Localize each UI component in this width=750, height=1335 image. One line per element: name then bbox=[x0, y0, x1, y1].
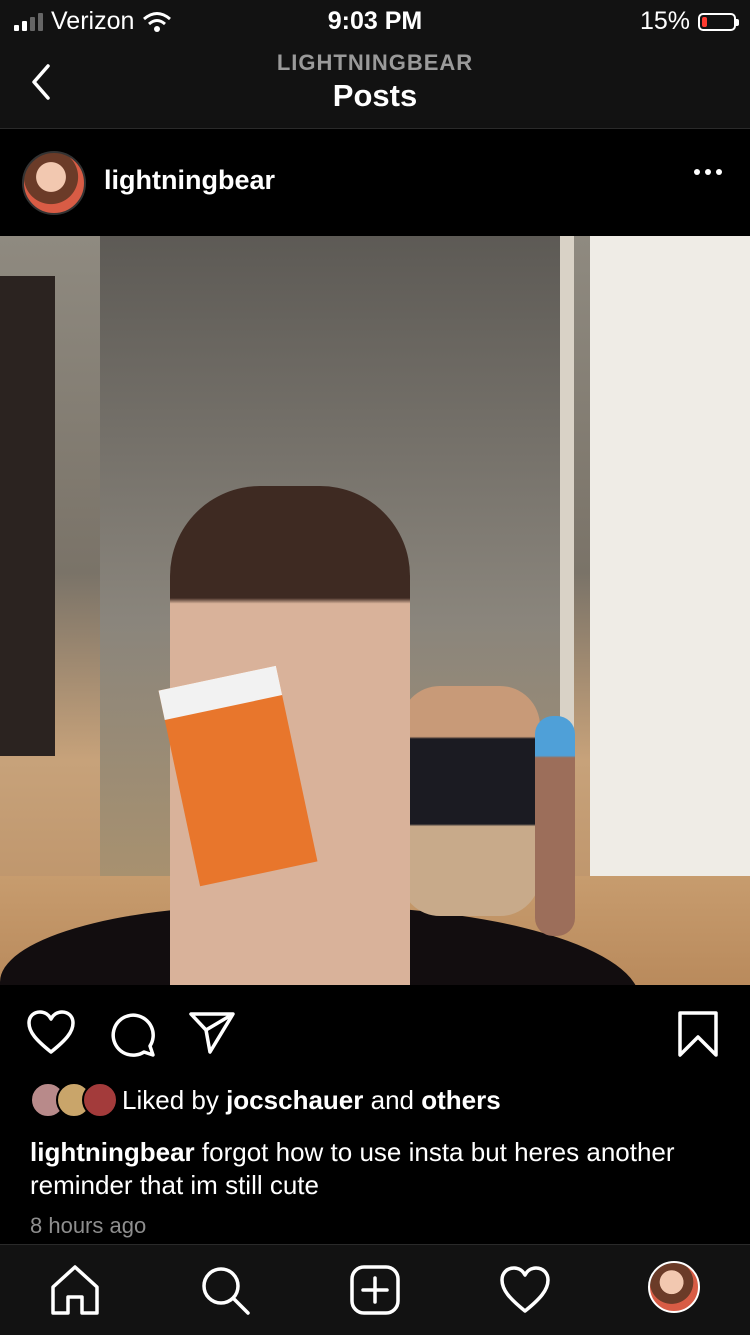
likes-row[interactable]: Liked by jocschauer and others bbox=[30, 1082, 501, 1118]
heart-icon[interactable] bbox=[26, 1010, 76, 1056]
photo-dresser bbox=[0, 276, 55, 756]
post-photo[interactable] bbox=[0, 236, 750, 985]
photo-toy bbox=[400, 686, 540, 916]
ellipsis-icon[interactable] bbox=[694, 169, 722, 175]
page-title: Posts bbox=[332, 78, 418, 113]
likes-others[interactable]: others bbox=[421, 1085, 500, 1116]
comment-icon[interactable] bbox=[108, 1010, 156, 1058]
caption-username[interactable]: lightningbear bbox=[30, 1137, 195, 1167]
photo-doll bbox=[535, 716, 575, 936]
liker-avatars bbox=[30, 1082, 118, 1118]
status-time: 9:03 PM bbox=[327, 7, 423, 35]
battery-icon bbox=[698, 12, 739, 31]
post-caption: lightningbear forgot how to use insta bu… bbox=[30, 1136, 730, 1202]
profile-tab-avatar[interactable] bbox=[648, 1261, 700, 1313]
profile-subtitle: LIGHTNINGBEAR bbox=[276, 50, 474, 75]
tab-bar bbox=[0, 1244, 750, 1335]
status-bar: Verizon 9:03 PM 15% bbox=[0, 0, 750, 42]
post-timestamp: 8 hours ago bbox=[30, 1213, 147, 1238]
post-actions bbox=[0, 986, 750, 1066]
activity-heart-icon[interactable] bbox=[498, 1263, 552, 1317]
likes-prefix: Liked by bbox=[122, 1084, 219, 1115]
nav-header: LIGHTNINGBEAR Posts bbox=[0, 42, 750, 129]
photo-door bbox=[590, 236, 750, 936]
send-icon[interactable] bbox=[188, 1010, 236, 1056]
home-icon[interactable] bbox=[48, 1263, 102, 1317]
bookmark-icon[interactable] bbox=[676, 1010, 720, 1058]
battery-percent: 15% bbox=[639, 7, 690, 35]
likes-user[interactable]: jocschauer bbox=[226, 1085, 363, 1116]
search-icon[interactable] bbox=[198, 1263, 252, 1317]
avatar[interactable] bbox=[22, 151, 86, 215]
status-right: 15% bbox=[639, 7, 739, 36]
add-post-icon[interactable] bbox=[348, 1263, 402, 1317]
post-username[interactable]: lightningbear bbox=[104, 165, 275, 196]
likes-joiner: and bbox=[370, 1084, 414, 1115]
post-header: lightningbear bbox=[0, 129, 750, 235]
